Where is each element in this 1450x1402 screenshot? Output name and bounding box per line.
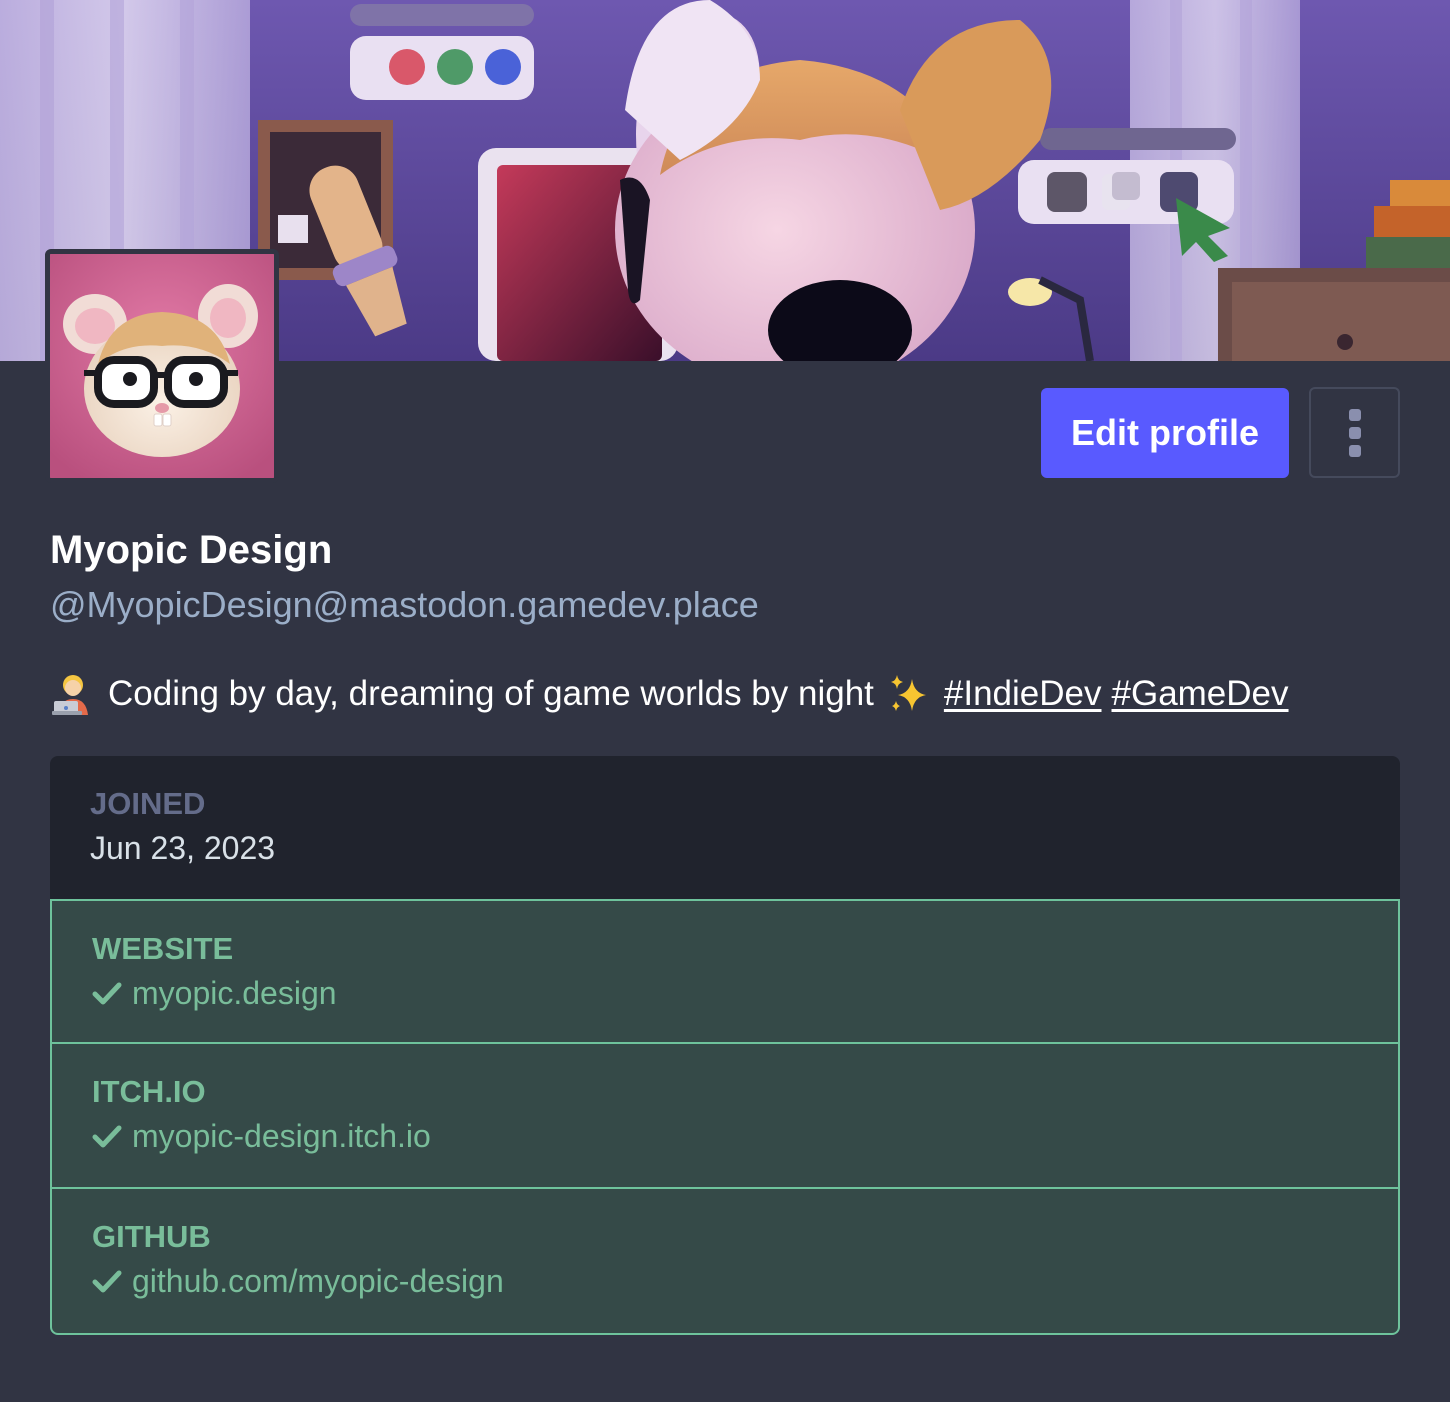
field-itchio: ITCH.IO myopic-design.itch.io — [50, 1044, 1400, 1189]
field-label-itchio: ITCH.IO — [92, 1074, 206, 1109]
verified-check-icon — [92, 978, 122, 1008]
sparkles-emoji-icon — [888, 673, 930, 715]
edit-profile-button[interactable]: Edit profile — [1041, 388, 1289, 478]
field-value-github: github.com/myopic-design — [92, 1261, 1358, 1301]
github-link[interactable]: github.com/myopic-design — [132, 1261, 504, 1301]
profile-bio: Coding by day, dreaming of game worlds b… — [50, 668, 1289, 720]
bio-text: Coding by day, dreaming of game worlds b… — [108, 674, 874, 713]
technologist-emoji-icon — [50, 671, 96, 717]
vertical-ellipsis-icon-dot — [1348, 426, 1361, 439]
field-joined: JOINED Jun 23, 2023 — [50, 756, 1400, 899]
field-website: WEBSITE myopic.design — [50, 899, 1400, 1044]
profile-page: Edit profile Myopic Design @MyopicDesign… — [0, 0, 1450, 1402]
profile-fields: JOINED Jun 23, 2023 WEBSITE myopic.desig… — [50, 756, 1400, 1335]
field-label-github: GITHUB — [92, 1219, 211, 1254]
vertical-ellipsis-icon-dot — [1348, 444, 1361, 457]
field-label-joined: JOINED — [90, 786, 206, 821]
verified-check-icon — [92, 1266, 122, 1296]
account-handle: @MyopicDesign@mastodon.gamedev.place — [50, 584, 759, 625]
profile-avatar[interactable] — [45, 249, 279, 483]
website-link[interactable]: myopic.design — [132, 973, 337, 1013]
display-name: Myopic Design — [50, 528, 333, 572]
field-value-itchio: myopic-design.itch.io — [92, 1116, 1358, 1156]
field-github: GITHUB github.com/myopic-design — [50, 1189, 1400, 1335]
field-value-website: myopic.design — [92, 973, 1358, 1013]
field-value-joined: Jun 23, 2023 — [90, 830, 276, 866]
hashtag-link-indiedev[interactable]: #IndieDev — [944, 674, 1102, 714]
more-options-button[interactable] — [1309, 387, 1400, 478]
verified-check-icon — [92, 1121, 122, 1151]
field-label-website: WEBSITE — [92, 931, 234, 966]
hashtag-link-gamedev[interactable]: #GameDev — [1112, 674, 1289, 714]
itchio-link[interactable]: myopic-design.itch.io — [132, 1116, 431, 1156]
vertical-ellipsis-icon — [1348, 408, 1361, 421]
